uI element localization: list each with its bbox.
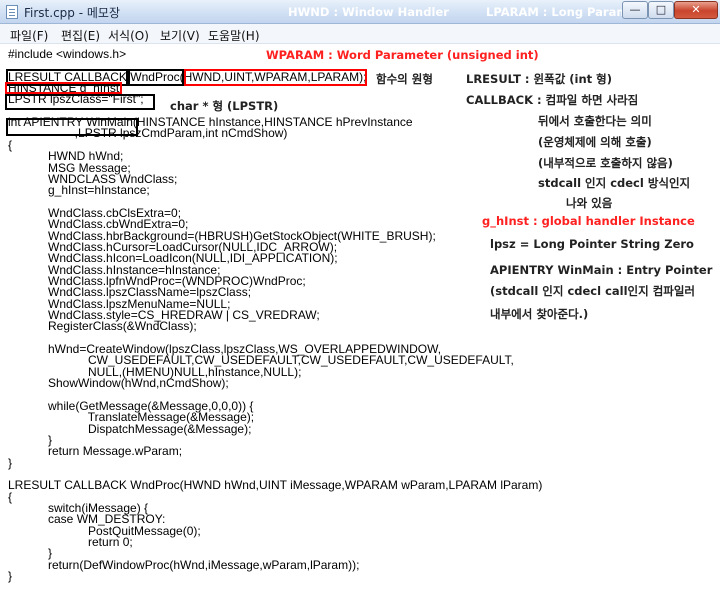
code-line[interactable]: } <box>8 570 12 582</box>
code-line[interactable]: LRESULT CALLBACK WndProc(HWND hWnd,UINT … <box>8 479 542 491</box>
code-line[interactable]: LPSTR lpszClass="First"; <box>8 93 144 105</box>
annotation-callback-2: 뒤에서 호출한다는 의미 <box>538 114 652 128</box>
notepad-icon <box>6 5 18 19</box>
annotation-apientry-2: (stdcall 인지 cdecl call인지 컴파일러 <box>490 284 696 298</box>
menu-file[interactable]: 파일(F) <box>10 27 48 44</box>
menu-help[interactable]: 도움말(H) <box>208 27 260 44</box>
annotation-callback-4: (내부적으로 호출하지 않음) <box>538 156 673 170</box>
annotation-callback-3: (운영체제에 의해 호출) <box>538 135 652 149</box>
annotation-apientry: APIENTRY WinMain : Entry Pointer <box>490 263 713 277</box>
code-line[interactable]: return(DefWindowProc(hWnd,iMessage,wPara… <box>8 559 359 571</box>
code-line[interactable]: return Message.wParam; <box>8 445 182 457</box>
minimize-button[interactable]: — <box>622 1 648 19</box>
code-line[interactable]: #include <windows.h> <box>8 48 126 60</box>
annotation-callback-5: stdcall 인지 cdecl 방식인지 <box>538 176 691 190</box>
menu-bar: 파일(F) 편집(E) 서식(O) 보기(V) 도움말(H) <box>0 24 720 44</box>
annotation-apientry-3: 내부에서 찾아준다.) <box>490 307 589 321</box>
menu-view[interactable]: 보기(V) <box>160 27 200 44</box>
code-line[interactable]: ShowWindow(hWnd,nCmdShow); <box>8 377 229 389</box>
annotation-char-ptr: char * 형 (LPSTR) <box>170 99 279 113</box>
close-button[interactable]: ✕ <box>674 1 718 19</box>
annotation-lpsz: lpsz = Long Pointer String Zero <box>490 237 694 251</box>
annotation-callback-6: 나와 있음 <box>566 196 613 210</box>
code-line[interactable]: g_hInst=hInstance; <box>8 184 150 196</box>
title-bar[interactable]: First.cpp - 메모장 HWND : Window Handler LP… <box>0 0 720 24</box>
annotation-ghinst: g_hInst : global handler Instance <box>482 214 695 228</box>
menu-format[interactable]: 서식(O) <box>108 27 149 44</box>
annotation-callback: CALLBACK : 컴파일 하면 사라짐 <box>466 93 639 107</box>
editor-area[interactable]: #include <windows.h> LRESULT CALLBACK Wnd… <box>0 44 720 613</box>
code-line[interactable]: RegisterClass(&WndClass); <box>8 320 197 332</box>
maximize-button[interactable]: □ <box>648 1 674 19</box>
menu-edit[interactable]: 편집(E) <box>61 27 100 44</box>
code-line[interactable]: } <box>8 457 12 469</box>
annotation-prototype: 함수의 원형 <box>376 72 433 86</box>
annotation-lresult: LRESULT : 윈폭값 (int 형) <box>466 72 612 86</box>
annotation-wparam: WPARAM : Word Parameter (unsigned int) <box>266 48 539 62</box>
code-line[interactable]: ,LPSTR lpszCmdParam,int nCmdShow) <box>8 127 288 139</box>
annotation-hwnd: HWND : Window Handler <box>288 5 449 19</box>
window-title: First.cpp - 메모장 <box>24 6 120 20</box>
